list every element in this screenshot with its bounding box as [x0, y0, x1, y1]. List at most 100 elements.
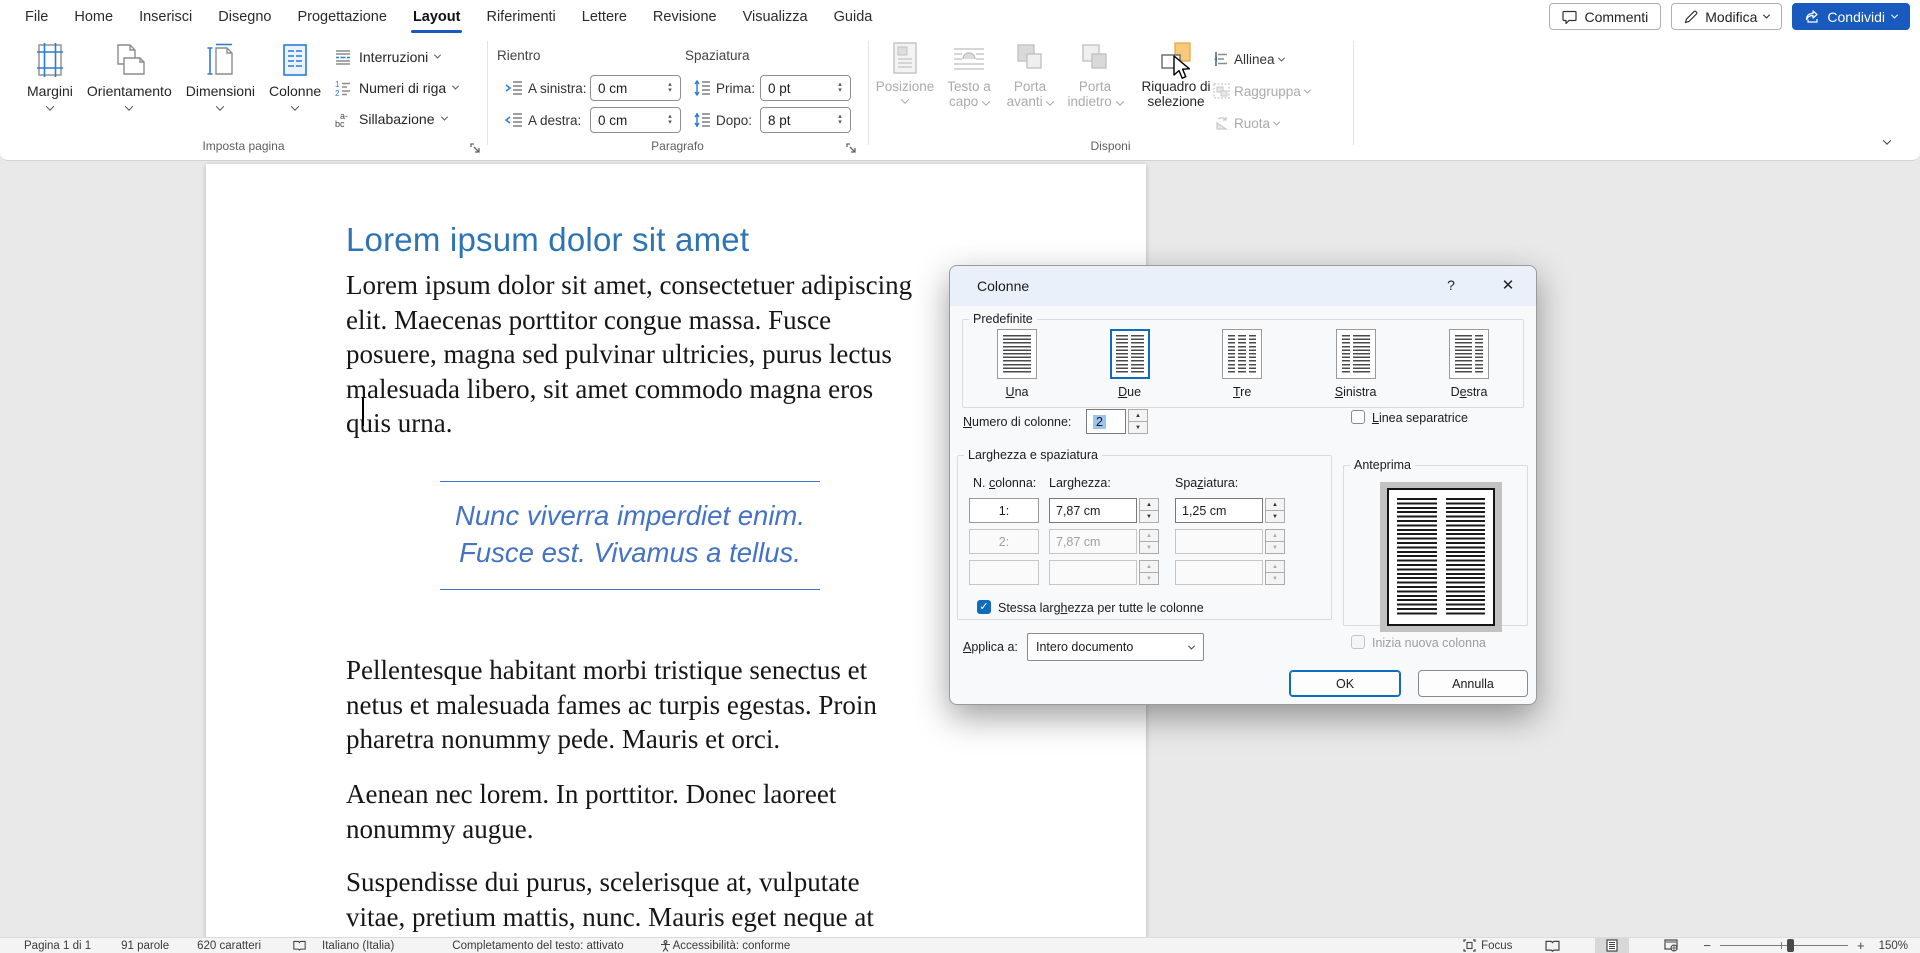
tab-layout[interactable]: Layout — [400, 0, 474, 33]
preset-due[interactable]: Due — [1110, 329, 1150, 399]
num-columns-field[interactable]: 2 — [1086, 409, 1126, 434]
tab-file[interactable]: File — [12, 0, 61, 33]
chevron-down-icon — [452, 83, 459, 90]
chevron-down-icon — [982, 97, 990, 105]
hyphenation-button[interactable]: a-bc Sillabazione — [330, 103, 462, 134]
indent-right-value: 0 cm — [591, 113, 662, 128]
indent-left-icon — [505, 80, 523, 96]
preset-una[interactable]: Una — [997, 329, 1037, 399]
svg-text:2: 2 — [335, 89, 340, 97]
focus-mode-button[interactable]: Focus — [1481, 940, 1512, 952]
cancel-button[interactable]: Annulla — [1418, 670, 1528, 697]
zoom-level[interactable]: 150% — [1879, 940, 1908, 952]
preset-sinistra-label: Sinistra — [1335, 385, 1377, 399]
indent-right-field[interactable]: 0 cm ▴▾ — [590, 107, 681, 133]
margins-button[interactable]: Margini — [20, 37, 80, 111]
dialog-title-bar[interactable]: Colonne ? ✕ — [950, 266, 1536, 306]
proofing-book-icon[interactable] — [293, 940, 306, 951]
preset-destra[interactable]: Destra — [1449, 329, 1489, 399]
dialog-help-button[interactable]: ? — [1442, 277, 1460, 293]
zoom-in-button[interactable]: + — [1857, 938, 1865, 953]
page-indicator[interactable]: Pagina 1 di 1 — [24, 940, 91, 952]
edit-mode-button[interactable]: Modifica — [1671, 3, 1782, 30]
ribbon: Margini Orientamento Dimensioni Colonne — [0, 33, 1920, 161]
tab-inserisci[interactable]: Inserisci — [126, 0, 205, 33]
spacing-after-field[interactable]: 8 pt ▴▾ — [760, 107, 851, 133]
num-columns-spinner[interactable]: ▲▼ — [1128, 409, 1148, 434]
tab-lettere[interactable]: Lettere — [569, 0, 640, 33]
tab-home[interactable]: Home — [61, 0, 126, 33]
share-label: Condividi — [1827, 9, 1885, 25]
breaks-icon — [334, 48, 352, 66]
zoom-slider-handle[interactable] — [1787, 939, 1794, 952]
columns-button[interactable]: Colonne — [262, 37, 328, 111]
line-numbers-label: Numeri di riga — [359, 80, 446, 96]
web-layout-button[interactable] — [1653, 938, 1689, 953]
tab-revisione[interactable]: Revisione — [640, 0, 730, 33]
align-icon — [1213, 51, 1230, 67]
preset-sinistra[interactable]: Sinistra — [1335, 329, 1377, 399]
dialog-close-button[interactable]: ✕ — [1498, 276, 1518, 294]
line-numbers-button[interactable]: 12 Numeri di riga — [330, 72, 462, 103]
spacing-before-field[interactable]: 0 pt ▴▾ — [760, 75, 851, 101]
rotate-icon — [1213, 115, 1230, 131]
same-width-label: Stessa larghezza per tutte le colonne — [998, 601, 1204, 615]
orientation-button[interactable]: Orientamento — [80, 37, 179, 111]
spacing-after-label: Dopo: — [716, 113, 760, 128]
position-label: Posizione — [876, 79, 935, 94]
char-count[interactable]: 620 caratteri — [197, 940, 261, 952]
zoom-slider[interactable] — [1720, 945, 1848, 946]
text-wrap-button: Testo a capo — [940, 41, 998, 109]
accessibility-status[interactable]: Accessibilità: conforme — [673, 940, 791, 952]
spinner-arrows-icon[interactable]: ▴▾ — [662, 82, 680, 94]
same-width-checkbox[interactable]: ✓ — [977, 600, 991, 614]
align-label: Allinea — [1234, 52, 1275, 67]
share-button[interactable]: Condividi — [1792, 3, 1910, 30]
tab-visualizza[interactable]: Visualizza — [730, 0, 821, 33]
bring-forward-icon — [1014, 41, 1046, 77]
size-button[interactable]: Dimensioni — [179, 37, 262, 111]
bring-forward-button: Porta avanti — [1000, 41, 1060, 109]
spinner-arrows-icon[interactable]: ▴▾ — [832, 114, 850, 126]
breaks-button[interactable]: Interruzioni — [330, 41, 462, 72]
apply-to-value: Intero documento — [1028, 640, 1179, 654]
spinner-arrows-icon[interactable]: ▴▾ — [832, 82, 850, 94]
width-spacing-groupbox: Larghezza e spaziatura N. colonna: Largh… — [957, 448, 1332, 620]
row1-spacing-spinner[interactable]: ▲▼ — [1265, 498, 1285, 523]
preset-due-label: Due — [1118, 385, 1141, 399]
print-layout-button[interactable] — [1595, 938, 1629, 953]
collapse-ribbon-icon[interactable] — [1883, 136, 1891, 144]
comments-button[interactable]: Commenti — [1549, 3, 1661, 30]
page-setup-dialog-launcher-icon[interactable] — [470, 143, 483, 156]
tab-guida[interactable]: Guida — [821, 0, 886, 33]
tab-riferimenti[interactable]: Riferimenti — [473, 0, 568, 33]
size-label: Dimensioni — [186, 83, 255, 99]
spacing-before-icon — [694, 80, 711, 96]
spinner-arrows-icon[interactable]: ▴▾ — [662, 114, 680, 126]
word-count[interactable]: 91 parole — [121, 940, 169, 952]
indent-left-value: 0 cm — [591, 81, 662, 96]
chevron-down-icon — [434, 52, 441, 59]
ok-button[interactable]: OK — [1289, 670, 1401, 697]
zoom-out-button[interactable]: − — [1703, 938, 1711, 953]
apply-to-dropdown[interactable]: Intero documento — [1027, 633, 1204, 661]
tab-progettazione[interactable]: Progettazione — [284, 0, 399, 33]
text-completion-indicator[interactable]: Completamento del testo: attivato — [452, 940, 623, 952]
group-icon — [1213, 83, 1230, 99]
chevron-down-icon — [46, 102, 54, 110]
spacing-before-label: Prima: — [716, 81, 760, 96]
align-button[interactable]: Allinea — [1213, 47, 1284, 71]
tab-disegno[interactable]: Disegno — [205, 0, 284, 33]
read-mode-button[interactable] — [1534, 938, 1571, 953]
row1-width-spinner[interactable]: ▲▼ — [1139, 498, 1159, 523]
margins-label: Margini — [27, 83, 73, 99]
send-backward-label: Porta indietro — [1062, 79, 1128, 109]
indent-left-field[interactable]: 0 cm ▴▾ — [590, 75, 681, 101]
row1-width-field[interactable]: 7,87 cm — [1049, 498, 1137, 523]
preset-tre[interactable]: Tre — [1222, 329, 1262, 399]
row1-spacing-field[interactable]: 1,25 cm — [1175, 498, 1263, 523]
separator-line-checkbox[interactable] — [1351, 410, 1365, 424]
chevron-down-icon — [1179, 645, 1203, 650]
paragraph-dialog-launcher-icon[interactable] — [846, 143, 859, 156]
language-indicator[interactable]: Italiano (Italia) — [322, 940, 394, 952]
